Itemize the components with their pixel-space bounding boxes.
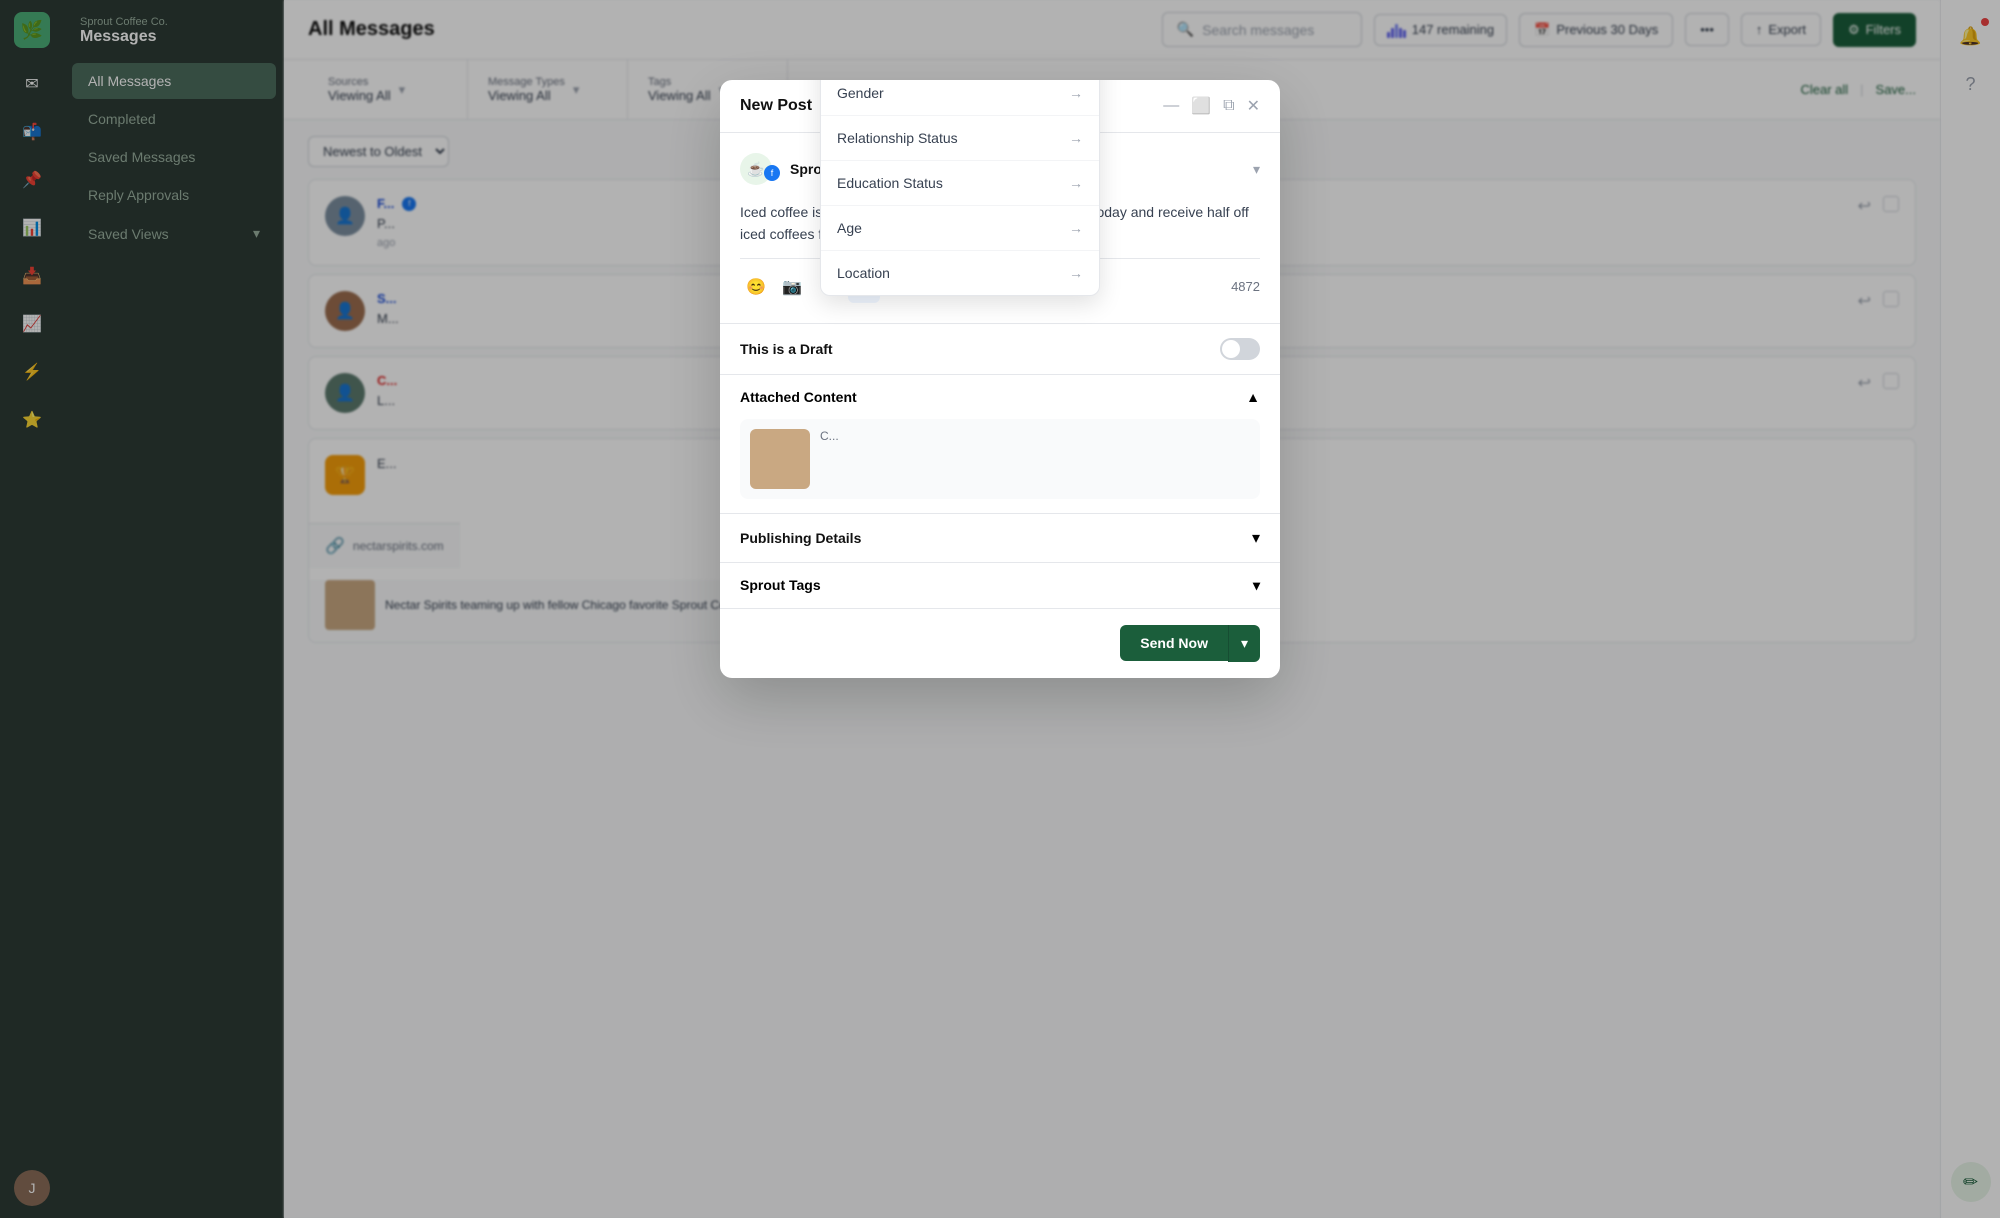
facebook-platform-badge: f: [764, 165, 780, 181]
send-row: Send Now ▾: [720, 608, 1280, 678]
char-count: 4872: [1231, 279, 1260, 294]
chevron-up-icon: ▲: [1246, 389, 1260, 405]
targeting-item-gender[interactable]: Gender →: [821, 80, 1099, 116]
sprout-tags-section: Sprout Tags ▾: [720, 562, 1280, 608]
attached-content: C...: [740, 419, 1260, 499]
new-post-modal: New Post — ⬜ ⧉ ✕ ☕ f Sprout Coffee Co. ▾: [720, 80, 1280, 678]
arrow-right-icon: →: [1069, 85, 1083, 101]
restore-icon[interactable]: ⬜: [1191, 96, 1211, 116]
expand-icon[interactable]: ⧉: [1223, 97, 1234, 115]
arrow-right-icon: →: [1069, 175, 1083, 191]
modal-overlay: New Post — ⬜ ⧉ ✕ ☕ f Sprout Coffee Co. ▾: [0, 0, 2000, 1218]
modal-title: New Post: [740, 97, 812, 115]
targeting-item-label: Gender: [837, 85, 884, 101]
toggle-knob: [1222, 340, 1240, 358]
draft-section[interactable]: This is a Draft: [720, 323, 1280, 374]
emoji-icon[interactable]: 😊: [740, 271, 772, 303]
close-icon[interactable]: ✕: [1247, 96, 1260, 116]
modal-body: ☕ f Sprout Coffee Co. ▾ Iced coffee isn'…: [720, 133, 1280, 323]
toolbar-container: 😊 📷 ⧉ 🎯 📍 🏷 ⬆ 👁 4872 ← f Targeting Opti: [740, 258, 1260, 303]
targeting-item-label: Relationship Status: [837, 130, 958, 146]
attached-section: Attached Content ▲ C...: [720, 374, 1280, 499]
tags-header[interactable]: Sprout Tags ▾: [740, 563, 1260, 608]
draft-toggle[interactable]: [1220, 338, 1260, 360]
send-now-button[interactable]: Send Now: [1120, 625, 1228, 661]
arrow-right-icon: →: [1069, 220, 1083, 236]
publishing-label: Publishing Details: [740, 530, 861, 546]
photo-icon[interactable]: 📷: [776, 271, 808, 303]
targeting-item-label: Age: [837, 220, 862, 236]
chevron-down-icon: ▾: [1253, 161, 1260, 178]
minimize-icon[interactable]: —: [1163, 97, 1179, 115]
attached-description: C...: [820, 429, 839, 489]
targeting-item-location[interactable]: Location →: [821, 251, 1099, 295]
targeting-dropdown: ← f Targeting Options Interests → Gender…: [820, 80, 1100, 296]
sprout-tags-label: Sprout Tags: [740, 577, 821, 593]
modal-controls: — ⬜ ⧉ ✕: [1163, 96, 1260, 116]
attached-label: Attached Content: [740, 389, 857, 405]
targeting-item-relationship-status[interactable]: Relationship Status →: [821, 116, 1099, 161]
targeting-item-label: Education Status: [837, 175, 943, 191]
attached-image: [750, 429, 810, 489]
targeting-item-education-status[interactable]: Education Status →: [821, 161, 1099, 206]
chevron-down-icon: ▾: [1252, 528, 1260, 548]
targeting-item-label: Location: [837, 265, 890, 281]
send-button-group: Send Now ▾: [1120, 625, 1260, 662]
arrow-right-icon: →: [1069, 130, 1083, 146]
publishing-section[interactable]: Publishing Details ▾: [720, 513, 1280, 562]
draft-label: This is a Draft: [740, 341, 833, 357]
send-dropdown-button[interactable]: ▾: [1228, 625, 1260, 662]
targeting-item-age[interactable]: Age →: [821, 206, 1099, 251]
arrow-right-icon: →: [1069, 265, 1083, 281]
chevron-down-icon: ▾: [1253, 577, 1260, 594]
attached-header[interactable]: Attached Content ▲: [740, 375, 1260, 419]
